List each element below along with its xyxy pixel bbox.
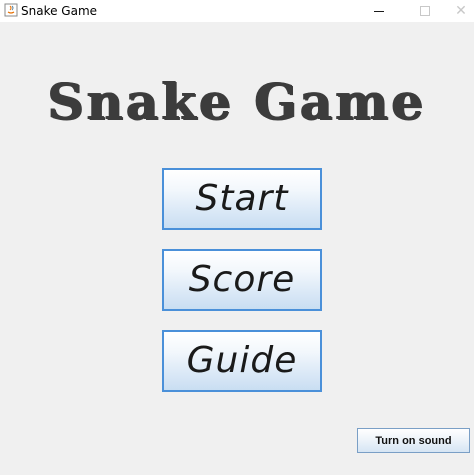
window-title: Snake Game [21,4,98,18]
start-button[interactable]: Start [162,168,322,230]
score-button[interactable]: Score [162,249,322,311]
guide-button[interactable]: Guide [162,330,322,392]
guide-button-label: Guide [186,340,298,381]
game-title: Snake Game [47,72,427,131]
score-button-label: Score [188,259,296,300]
minimize-button[interactable] [356,0,402,22]
turn-on-sound-label: Turn on sound [375,434,452,447]
game-window: Snake Game ✕ Snake Game Start Score Guid… [0,0,474,475]
maximize-button[interactable] [402,0,448,22]
minimize-icon [374,10,384,12]
java-app-icon [4,3,18,17]
start-button-label: Start [195,178,289,219]
close-icon: ✕ [455,3,467,19]
title-bar[interactable]: Snake Game ✕ [0,0,474,22]
maximize-icon [420,6,430,16]
turn-on-sound-button[interactable]: Turn on sound [357,428,470,453]
close-button[interactable]: ✕ [448,0,474,22]
